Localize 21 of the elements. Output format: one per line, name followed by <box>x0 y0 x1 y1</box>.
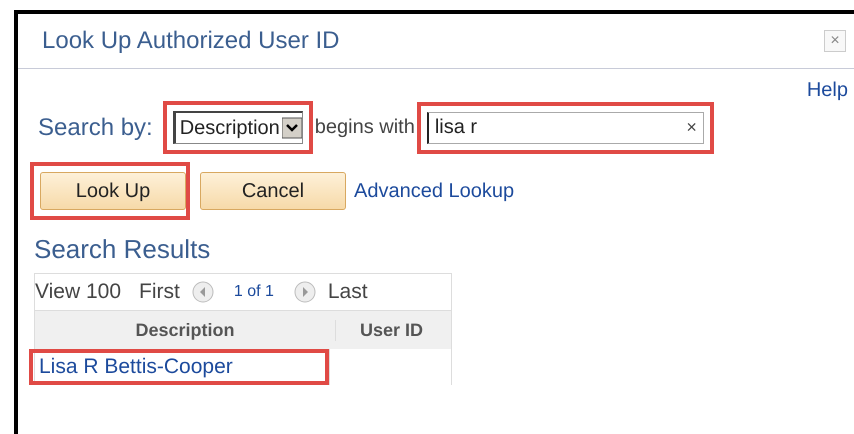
previous-icon[interactable] <box>192 281 214 303</box>
search-field[interactable]: lisa r × <box>426 112 704 144</box>
column-header: User ID <box>335 320 447 340</box>
action-button[interactable]: Cancel <box>200 172 346 210</box>
page-count: 1 of 1 <box>234 283 274 301</box>
advanced-lookup-link[interactable]: Advanced Lookup <box>354 180 514 202</box>
next-icon[interactable] <box>294 281 316 303</box>
operator-label: begins with <box>314 116 415 139</box>
clear-button[interactable]: × <box>686 117 697 138</box>
column-header: Description <box>134 320 236 340</box>
result-link[interactable]: Lisa R Bettis-Cooper <box>39 355 233 378</box>
last-link[interactable]: Last <box>328 280 368 304</box>
search-by-label: Search by: <box>38 114 153 142</box>
first-link[interactable]: First <box>139 280 180 304</box>
window-title: Look Up Authorized User ID <box>42 27 340 55</box>
action-button[interactable]: Look Up <box>40 172 186 210</box>
view-count[interactable]: View 100 <box>35 280 122 304</box>
field-dropdown[interactable]: Description <box>172 111 303 144</box>
section-title: Search Results <box>34 234 212 265</box>
chevron-down-icon <box>282 117 302 139</box>
help-link[interactable]: Help <box>806 79 848 99</box>
